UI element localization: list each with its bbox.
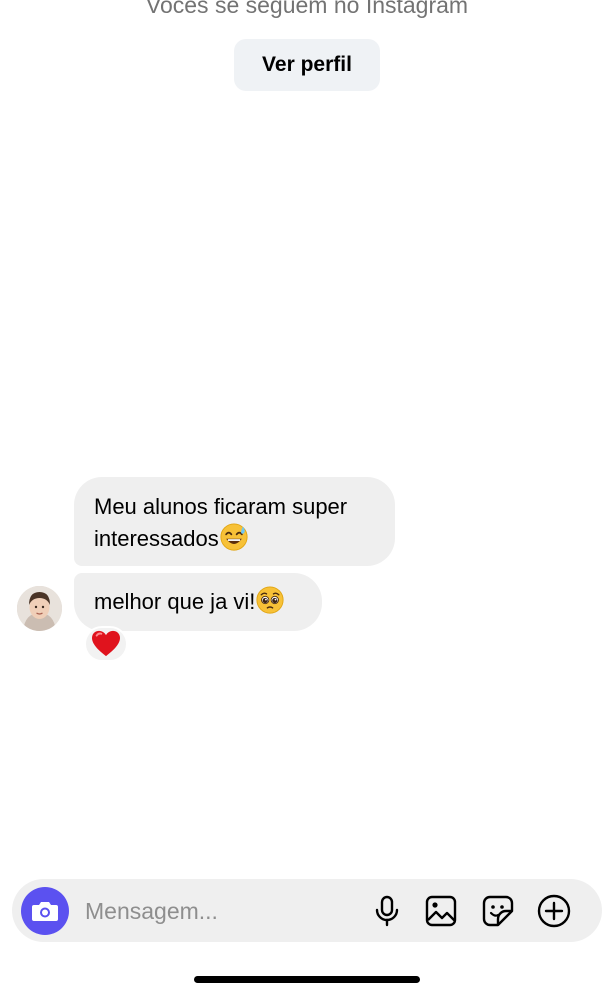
camera-button[interactable] bbox=[21, 887, 69, 935]
avatar-image bbox=[17, 586, 62, 631]
direct-message-thread: Vocês se seguem no Instagram Ver perfil … bbox=[0, 0, 614, 999]
microphone-icon bbox=[375, 895, 399, 927]
message-reaction[interactable] bbox=[84, 626, 128, 662]
sticker-icon bbox=[482, 895, 514, 927]
pleading-face-emoji bbox=[256, 586, 284, 614]
microphone-button[interactable] bbox=[368, 892, 406, 930]
message-text: melhor que ja vi! bbox=[94, 589, 256, 614]
plus-icon bbox=[537, 894, 571, 928]
home-indicator[interactable] bbox=[194, 976, 420, 983]
view-profile-button[interactable]: Ver perfil bbox=[234, 39, 380, 91]
message-text-line: Meu alunos ficaram super bbox=[94, 494, 348, 519]
follow-status-note: Vocês se seguem no Instagram bbox=[145, 0, 469, 18]
grinning-sweat-emoji bbox=[220, 523, 248, 551]
red-heart-icon bbox=[92, 630, 120, 657]
gallery-icon bbox=[425, 895, 457, 927]
add-attachment-button[interactable] bbox=[535, 892, 573, 930]
message-text-line: interessados bbox=[94, 523, 375, 555]
message-bubble[interactable]: melhor que ja vi! bbox=[74, 573, 322, 631]
message-composer bbox=[12, 879, 602, 942]
message-bubble[interactable]: Meu alunos ficaram super interessados bbox=[74, 477, 395, 566]
avatar[interactable] bbox=[17, 586, 62, 631]
gallery-button[interactable] bbox=[422, 892, 460, 930]
sticker-button[interactable] bbox=[479, 892, 517, 930]
message-input[interactable] bbox=[85, 891, 355, 931]
camera-icon bbox=[32, 902, 58, 921]
